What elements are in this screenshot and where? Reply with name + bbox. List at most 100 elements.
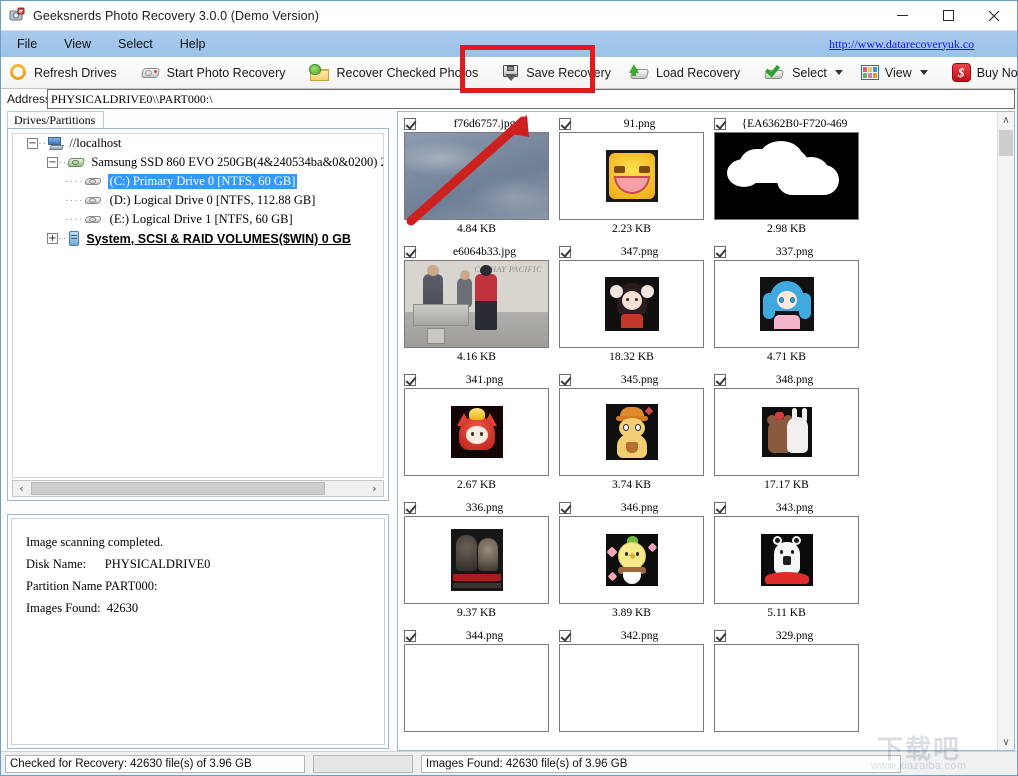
thumbnail-header: 344.png (404, 628, 549, 644)
menu-help[interactable]: Help (169, 35, 217, 53)
scroll-thumb[interactable] (31, 482, 325, 495)
tree-item-drive-e[interactable]: ···· (E:) Logical Drive 1 [NTFS, 60 GB] (13, 210, 383, 229)
thumbnail-checkbox[interactable] (714, 502, 726, 514)
thumbnail-checkbox[interactable] (714, 630, 726, 642)
scroll-down-icon[interactable]: ∨ (998, 734, 1014, 750)
website-link[interactable]: http://www.datarecoveryuk.co (829, 37, 1017, 52)
thumbnail-cell[interactable]: 329.png (714, 628, 859, 732)
thumbnail-image[interactable] (714, 388, 859, 476)
tree-item-samsung-ssd[interactable]: − ·· Samsung SSD 860 EVO 250GB(4&240534b… (13, 153, 383, 172)
thumbnail-checkbox[interactable] (559, 502, 571, 514)
thumbnail-checkbox[interactable] (559, 630, 571, 642)
load-recovery-button[interactable]: Load Recovery (620, 58, 749, 88)
start-photo-recovery-button[interactable]: Start Photo Recovery (132, 58, 295, 88)
tree-item-drive-d[interactable]: ···· (D:) Logical Drive 0 [NTFS, 112.88 … (13, 191, 383, 210)
drives-tree[interactable]: − ·· //localhost − ·· Samsung SSD 860 EV… (12, 133, 384, 478)
save-recovery-button[interactable]: Save Recovery (493, 58, 620, 88)
thumbnail-cell[interactable]: 341.png 2.67 KB (404, 372, 549, 494)
minimize-button[interactable] (879, 1, 925, 31)
thumbnail-cell[interactable]: f76d6757.jpg 4.84 KB (404, 116, 549, 238)
thumbnail-header: 343.png (714, 500, 859, 516)
thumbnail-image[interactable] (559, 132, 704, 220)
tree-horizontal-scrollbar[interactable]: ‹ › (12, 480, 384, 497)
thumbnail-image[interactable] (404, 644, 549, 732)
recover-checked-photos-button[interactable]: Recover Checked Photos (300, 58, 487, 88)
thumbnail-header: 342.png (559, 628, 704, 644)
thumbnail-cell[interactable]: 344.png (404, 628, 549, 732)
tree-item-system-volumes[interactable]: + ·· System, SCSI & RAID VOLUMES($WIN) 0… (13, 229, 383, 248)
thumbnail-image[interactable] (404, 132, 549, 220)
status-bar: Checked for Recovery: 42630 file(s) of 3… (1, 751, 1017, 775)
thumbnail-cell[interactable]: 348.png 17.17 KB (714, 372, 859, 494)
thumbnail-cell[interactable]: 342.png (559, 628, 704, 732)
thumbnail-image[interactable] (714, 516, 859, 604)
thumbnail-image[interactable]: CATHAY PACIFIC (404, 260, 549, 348)
buy-now-label: Buy Now (976, 65, 1018, 80)
thumbnail-checkbox[interactable] (559, 374, 571, 386)
thumbnail-image[interactable] (404, 388, 549, 476)
photo-sky (405, 133, 548, 219)
thumbnail-checkbox[interactable] (404, 246, 416, 258)
menu-select[interactable]: Select (107, 35, 164, 53)
thumbnail-checkbox[interactable] (559, 246, 571, 258)
menu-file[interactable]: File (6, 35, 48, 53)
thumbnail-image[interactable] (714, 132, 859, 220)
buy-now-button[interactable]: $ Buy Now (943, 58, 1018, 88)
thumbnail-image[interactable] (714, 260, 859, 348)
thumbnail-filesize: 2.98 KB (767, 223, 806, 235)
load-recovery-label: Load Recovery (656, 65, 741, 80)
thumbnail-checkbox[interactable] (404, 118, 416, 130)
thumbnail-image[interactable] (559, 260, 704, 348)
thumbnail-cell[interactable]: 346.png 3.89 KB (559, 500, 704, 622)
thumbnail-cell[interactable]: 336.png 9.37 KB (404, 500, 549, 622)
thumbnail-cell[interactable]: 343.png 5.11 KB (714, 500, 859, 622)
thumbnail-image[interactable] (559, 516, 704, 604)
expander-collapse-icon[interactable]: − (47, 157, 58, 168)
chevron-down-icon[interactable] (834, 70, 843, 75)
chevron-down-icon[interactable] (919, 70, 928, 75)
thumbnail-row: e6064b33.jpg CATHAY PACIFIC 4.16 KB 347.… (404, 244, 997, 366)
photo-emoji (605, 150, 658, 202)
thumbnail-image[interactable] (404, 516, 549, 604)
grid-vertical-scrollbar[interactable]: ∧ ∨ (997, 112, 1014, 750)
thumbnail-checkbox[interactable] (404, 374, 416, 386)
thumbnail-image[interactable] (714, 644, 859, 732)
tree-line: ·· (58, 232, 68, 245)
thumbnail-cell[interactable]: 337.png 4.71 KB (714, 244, 859, 366)
thumbnail-image[interactable] (559, 388, 704, 476)
thumbnail-cell[interactable]: e6064b33.jpg CATHAY PACIFIC 4.16 KB (404, 244, 549, 366)
thumbnail-cell[interactable]: 345.png 3.74 KB (559, 372, 704, 494)
close-button[interactable] (971, 1, 1017, 31)
thumbnail-cell[interactable]: 91.png 2.23 KB (559, 116, 704, 238)
photo-dog-character (605, 404, 658, 460)
thumbnail-filesize: 2.67 KB (457, 479, 496, 491)
select-dropdown-button[interactable]: Select (755, 58, 852, 88)
address-input[interactable] (47, 89, 1015, 109)
tree-item-drive-c[interactable]: ···· (C:) Primary Drive 0 [NTFS, 60 GB] (13, 172, 383, 191)
thumbnail-checkbox[interactable] (404, 502, 416, 514)
scroll-thumb[interactable] (999, 130, 1013, 156)
expander-collapse-icon[interactable]: − (27, 138, 38, 149)
expander-expand-icon[interactable]: + (47, 233, 58, 244)
thumbnail-checkbox[interactable] (714, 374, 726, 386)
thumbnail-checkbox[interactable] (714, 118, 726, 130)
thumbnail-checkbox[interactable] (714, 246, 726, 258)
photo-polar-bear (760, 534, 813, 586)
thumbnail-image[interactable] (559, 644, 704, 732)
thumbnail-checkbox[interactable] (404, 630, 416, 642)
thumbnail-filename: 341.png (465, 374, 504, 386)
scroll-up-icon[interactable]: ∧ (998, 112, 1014, 128)
scroll-right-icon[interactable]: › (366, 481, 383, 496)
scroll-left-icon[interactable]: ‹ (13, 481, 30, 496)
view-dropdown-button[interactable]: View (852, 58, 937, 88)
thumbnail-cell[interactable]: {EA6362B0-F720-469 2.98 KB (714, 116, 859, 238)
refresh-drives-button[interactable]: Refresh Drives (1, 58, 126, 88)
thumbnail-cell[interactable]: 347.png 18.32 KB (559, 244, 704, 366)
tree-item-localhost[interactable]: − ·· //localhost (13, 134, 383, 153)
address-label: Address (7, 92, 52, 106)
maximize-button[interactable] (925, 1, 971, 31)
menu-view[interactable]: View (53, 35, 102, 53)
thumbnail-checkbox[interactable] (559, 118, 571, 130)
thumbnail-header: 346.png (559, 500, 704, 516)
thumbnail-row: 336.png 9.37 KB 346.png 3.89 KB 343.png … (404, 500, 997, 622)
